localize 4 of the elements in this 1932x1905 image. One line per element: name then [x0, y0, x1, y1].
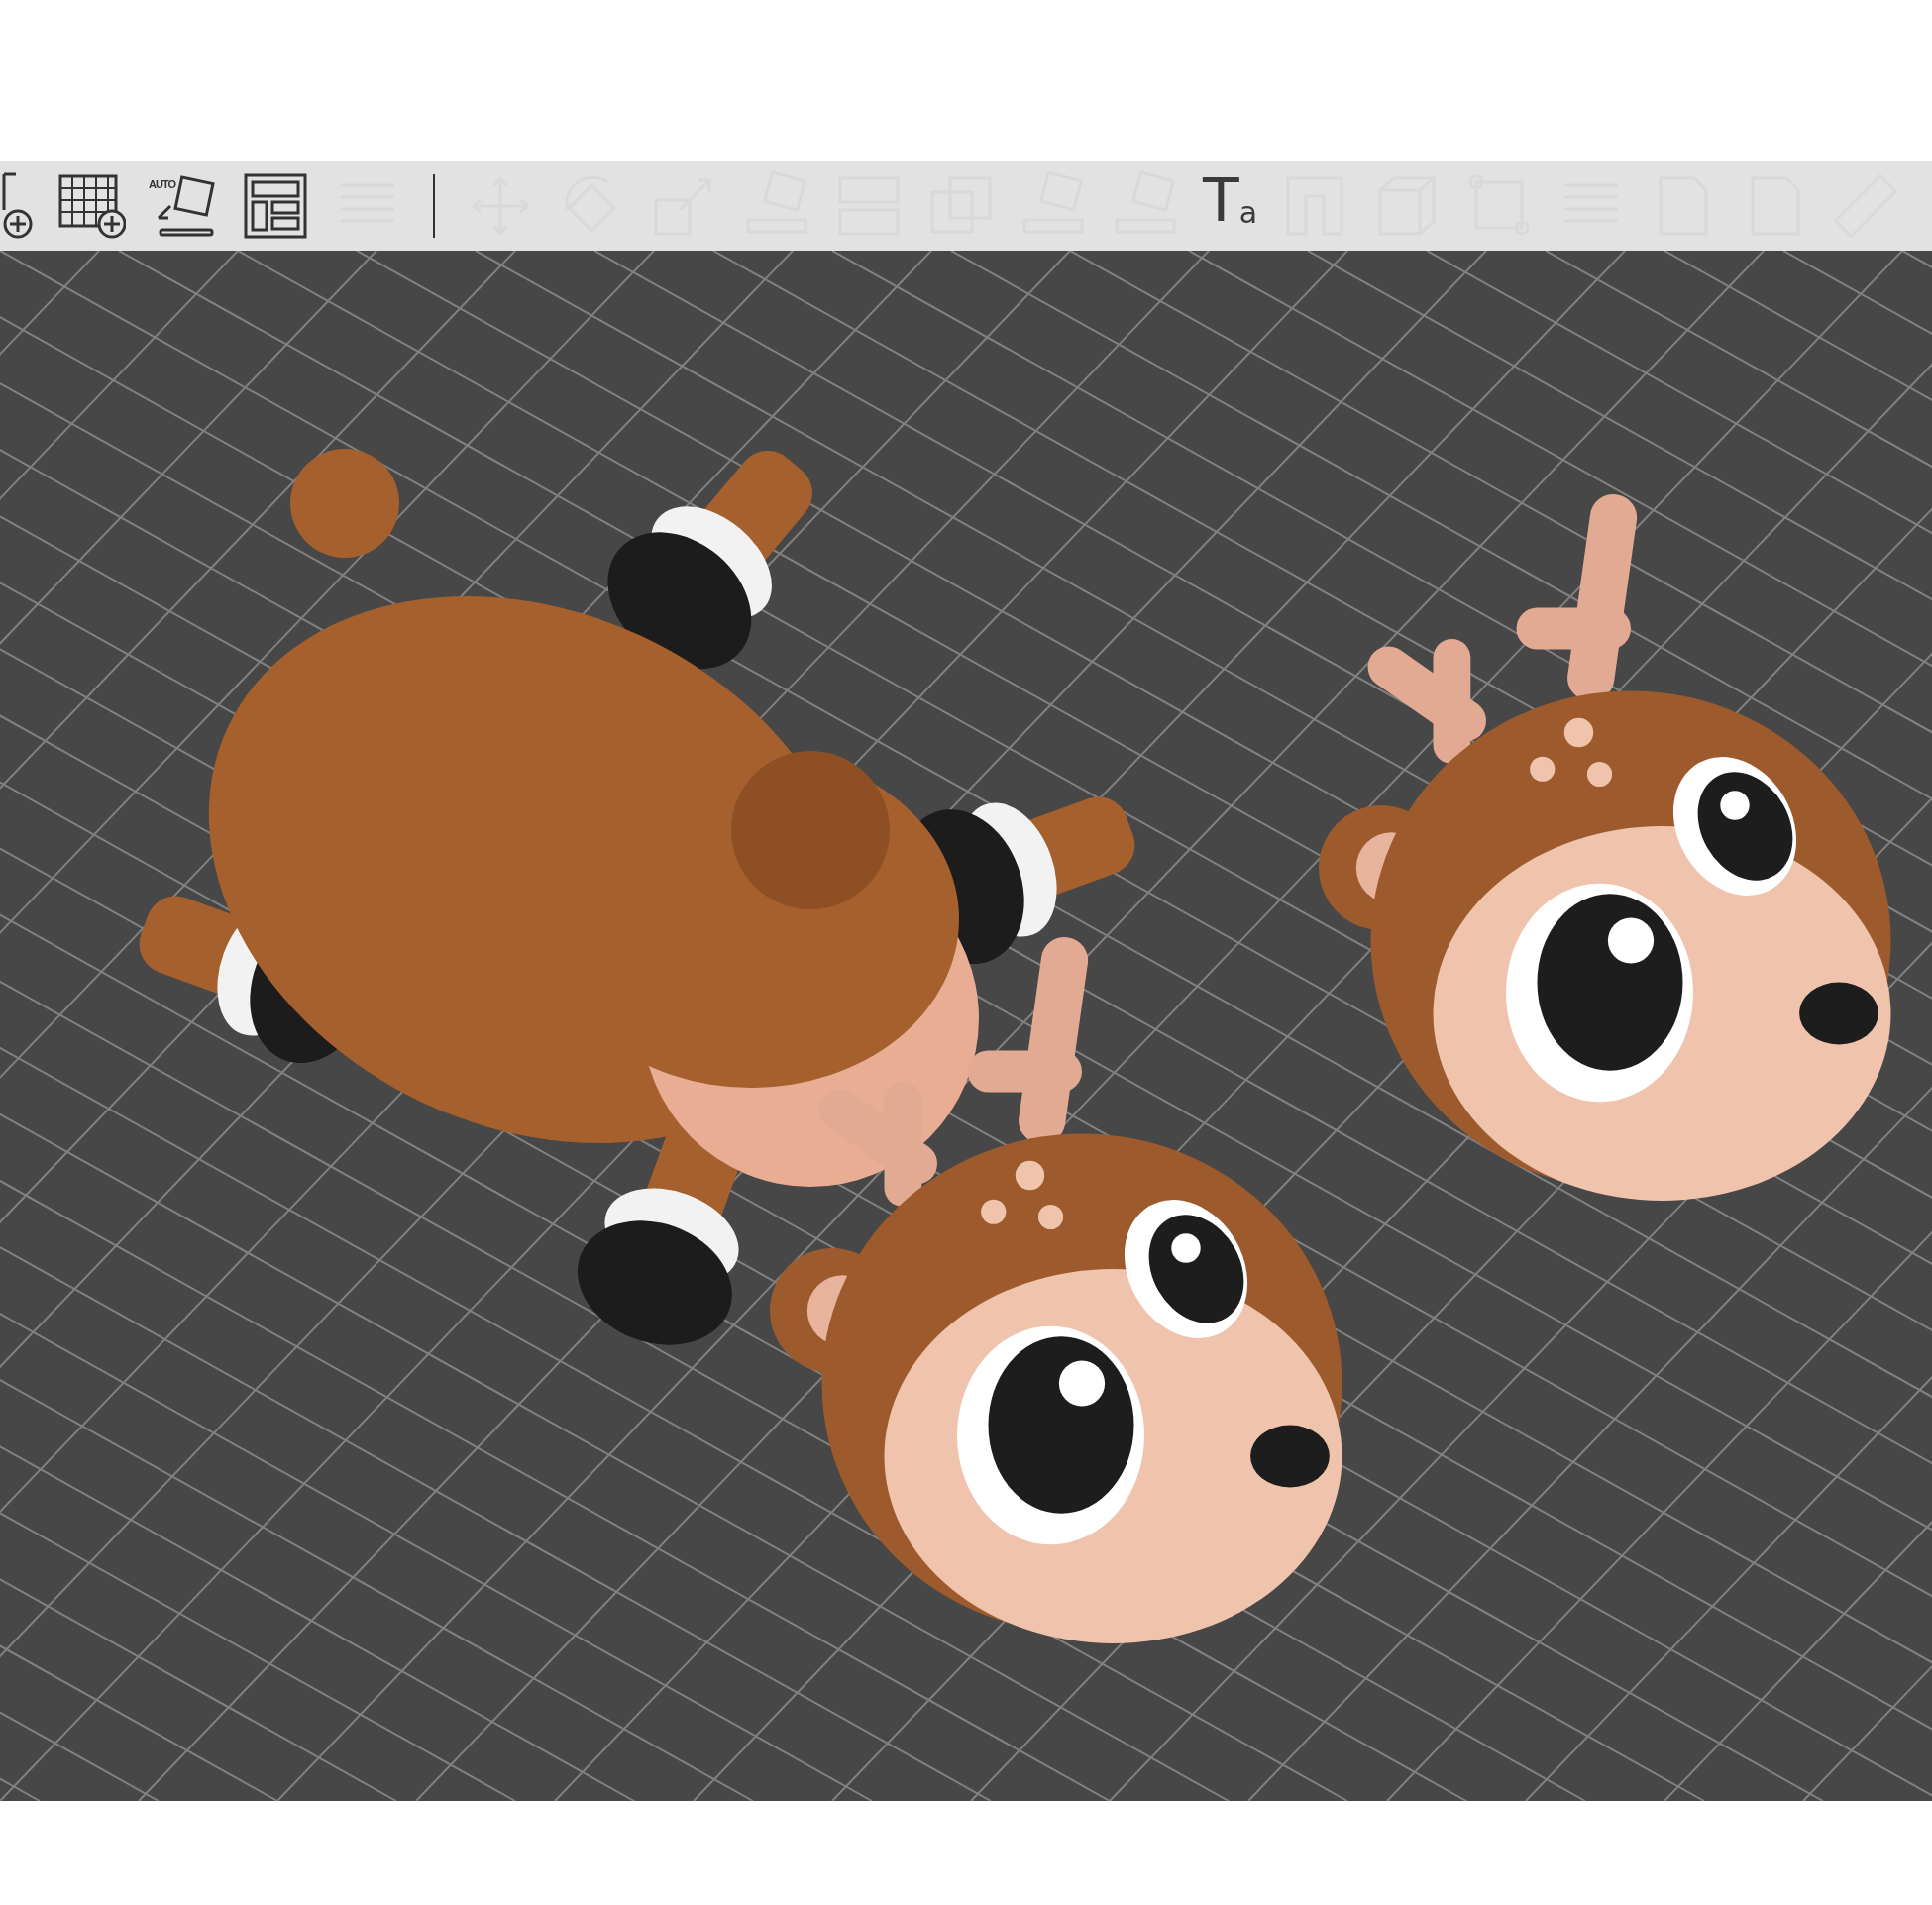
add-icon: [2, 171, 34, 241]
auto-orient-tool-button[interactable]: AUTO: [149, 170, 218, 242]
3d-viewport[interactable]: [0, 251, 1932, 1801]
toolbar-separator: [433, 174, 435, 238]
